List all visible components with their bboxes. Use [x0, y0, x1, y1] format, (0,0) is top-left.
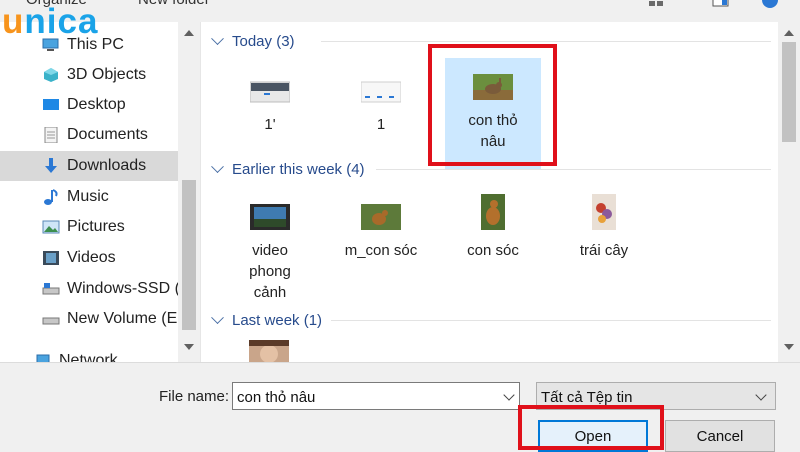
nav-scrollbar[interactable]: [178, 22, 200, 362]
nav-item-label: Videos: [67, 249, 116, 266]
drive-icon: [42, 311, 60, 327]
nav-item-label: Music: [67, 188, 109, 205]
file-item-video-phong-canh[interactable]: video phong cảnh: [222, 190, 318, 301]
file-name: 1': [264, 116, 276, 133]
downloads-icon: [42, 158, 60, 174]
cancel-button[interactable]: Cancel: [665, 420, 775, 452]
file-item-1-prime[interactable]: 1': [222, 62, 318, 152]
nav-item-network[interactable]: Network: [0, 346, 178, 362]
scroll-up-arrow-icon[interactable]: [184, 30, 194, 36]
nav-item-label: Network: [59, 352, 118, 362]
pictures-icon: [42, 219, 60, 235]
file-name: video phong cảnh: [249, 242, 291, 301]
group-header-last-week[interactable]: Last week (1): [211, 309, 322, 331]
nav-scroll-thumb[interactable]: [182, 180, 196, 330]
new-folder-button[interactable]: New folder: [138, 0, 210, 8]
music-icon: [42, 189, 60, 205]
nav-item-label: Pictures: [67, 218, 125, 235]
chevron-down-icon[interactable]: [755, 389, 767, 401]
portrait-image-thumbnail[interactable]: [249, 340, 289, 362]
file-name: m_con sóc: [344, 242, 418, 259]
documents-icon: [42, 126, 60, 144]
collapse-chevron-icon[interactable]: [211, 31, 224, 45]
file-name: trái cây: [579, 242, 629, 259]
nav-item-new-volume[interactable]: New Volume (E:): [0, 304, 187, 334]
content-scroll-thumb[interactable]: [782, 42, 796, 142]
video-thumbnail: [250, 204, 290, 230]
nav-item-label: Windows-SSD (C: [67, 280, 192, 297]
desktop-icon: [42, 97, 60, 113]
network-icon: [34, 353, 52, 362]
file-name-input[interactable]: con thỏ nâu: [232, 382, 520, 410]
nav-item-pictures[interactable]: Pictures: [0, 212, 178, 242]
chevron-down-icon[interactable]: [503, 389, 515, 401]
unica-logo: unica: [2, 2, 99, 41]
nav-item-documents[interactable]: Documents: [0, 120, 178, 150]
nav-item-label: 3D Objects: [67, 66, 147, 83]
group-divider: [321, 41, 771, 42]
preview-pane-icon[interactable]: [712, 0, 730, 8]
highlight-box-selected-file: [428, 44, 557, 166]
file-type-value: Tất cả Tệp tin: [541, 389, 633, 406]
toolbar: Organize New folder: [0, 0, 800, 22]
file-name: 1: [376, 116, 386, 133]
group-divider: [376, 169, 771, 170]
squirrel-image-thumbnail: [481, 194, 505, 230]
file-name: con sóc: [467, 242, 519, 259]
collapse-chevron-icon[interactable]: [211, 159, 224, 173]
scroll-down-arrow-icon[interactable]: [184, 344, 194, 350]
file-item-con-soc[interactable]: con sóc: [445, 190, 541, 280]
nav-item-label: Desktop: [67, 96, 126, 113]
view-options-icon[interactable]: [648, 0, 666, 8]
group-header-earlier-this-week[interactable]: Earlier this week (4): [211, 158, 365, 180]
scroll-down-arrow-icon[interactable]: [784, 344, 794, 350]
help-icon[interactable]: [762, 0, 778, 8]
nav-item-3d-objects[interactable]: 3D Objects: [0, 60, 178, 90]
squirrel-image-thumbnail: [361, 204, 401, 230]
image-thumbnail: [249, 80, 291, 104]
group-divider: [331, 320, 771, 321]
file-name-value: con thỏ nâu: [237, 389, 316, 406]
3d-objects-icon: [42, 67, 60, 83]
nav-item-downloads[interactable]: Downloads: [0, 151, 178, 181]
file-item-m-con-soc[interactable]: m_con sóc: [333, 190, 429, 280]
nav-item-label: Documents: [67, 126, 148, 143]
highlight-box-open-button: [518, 405, 664, 450]
file-name-label: File name:: [159, 388, 230, 405]
group-header-today[interactable]: Today (3): [211, 30, 295, 52]
nav-item-windows-ssd[interactable]: Windows-SSD (C: [0, 274, 191, 304]
navigation-pane: This PC 3D Objects Desktop Documents Dow…: [0, 22, 201, 362]
nav-item-label: Downloads: [67, 157, 147, 174]
nav-item-music[interactable]: Music: [0, 182, 178, 212]
file-item-trai-cay[interactable]: trái cây: [556, 190, 652, 280]
videos-icon: [42, 250, 60, 266]
drive-icon: [42, 281, 60, 297]
fruit-image-thumbnail: [592, 194, 616, 230]
image-thumbnail: [360, 80, 402, 104]
nav-item-videos[interactable]: Videos: [0, 243, 178, 273]
file-item-1[interactable]: 1: [333, 62, 429, 152]
nav-item-desktop[interactable]: Desktop: [0, 90, 178, 120]
nav-item-label: New Volume (E:): [67, 310, 188, 327]
content-scrollbar[interactable]: [778, 22, 800, 362]
collapse-chevron-icon[interactable]: [211, 310, 224, 324]
scroll-up-arrow-icon[interactable]: [784, 30, 794, 36]
